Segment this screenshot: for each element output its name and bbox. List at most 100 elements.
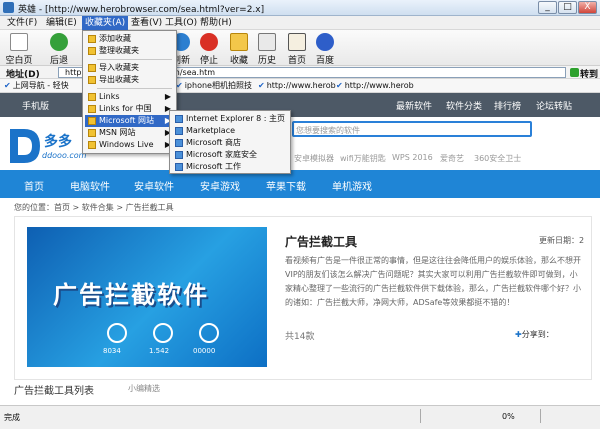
favorite-link[interactable]: ✔ iphone相机拍照技 xyxy=(176,80,252,92)
microsoft-work-item[interactable]: Microsoft 工作 xyxy=(172,161,289,173)
article-panel: 广告拦截软件 8034 1.542 00000 广告拦截工具 更新日期：2 看视… xyxy=(14,216,592,380)
go-arrow-icon[interactable] xyxy=(570,68,579,77)
blank-page-button[interactable]: 空白页 xyxy=(4,32,34,66)
article-count: 共14款 xyxy=(285,332,315,342)
favorites-button[interactable]: 收藏 xyxy=(224,32,254,66)
menu-bar: 文件(F) 编辑(E) 收藏夹(A) 查看(V) 工具(O) 帮助(H) xyxy=(0,16,600,30)
share-label[interactable]: ✚分享到： xyxy=(515,329,554,340)
back-button[interactable]: 后退 xyxy=(44,32,74,66)
article-description: 家精心整理了一些流行的广告拦截软件供下载体验，那么，广告拦截软件哪个好？小 xyxy=(285,284,581,293)
latest-software-link[interactable]: 最新软件 xyxy=(396,99,432,112)
nav-android-software[interactable]: 安卓软件 xyxy=(134,178,174,193)
ie-icon xyxy=(175,127,183,135)
history-button[interactable]: 历史 xyxy=(252,32,282,66)
folder-icon xyxy=(88,47,96,55)
stop-icon xyxy=(200,33,218,51)
site-logo[interactable]: 多多 ddooo.com xyxy=(6,127,86,167)
favorite-link[interactable]: ✔ 上网导航 - 轻快 xyxy=(4,80,69,92)
logo-domain: ddooo.com xyxy=(42,151,87,160)
hot-keyword[interactable]: 360安全卫士 xyxy=(474,153,521,164)
ranking-link[interactable]: 排行榜 xyxy=(494,99,521,112)
export-favorites-item[interactable]: 导出收藏夹 xyxy=(85,74,175,86)
microsoft-store-item[interactable]: Microsoft 商店 xyxy=(172,137,289,149)
hot-keyword[interactable]: WPS 2016 xyxy=(392,153,433,162)
organize-favorites-item[interactable]: 整理收藏夹 xyxy=(85,45,175,57)
minimize-button[interactable]: _ xyxy=(538,1,557,14)
banner-stat-value: 00000 xyxy=(193,347,216,355)
msn-sites-folder-item[interactable]: MSN 网站 ▶ xyxy=(85,127,175,139)
nav-pc-software[interactable]: 电脑软件 xyxy=(70,178,110,193)
banner-stat-value: 1.542 xyxy=(149,347,170,355)
article-banner-image: 广告拦截软件 8034 1.542 00000 xyxy=(27,227,267,367)
menu-edit[interactable]: 编辑(E) xyxy=(43,16,80,30)
ie-icon xyxy=(175,115,183,123)
breadcrumb: 您的位置：首页 > 软件合集 > 广告拦截工具 xyxy=(14,203,174,212)
menu-separator xyxy=(97,59,172,60)
status-divider xyxy=(540,409,541,423)
folder-icon xyxy=(88,117,96,125)
article-description: 的诸如：广告拦截大师，净网大师，ADSafe等效果都挺不错的！ xyxy=(285,298,515,307)
menu-file[interactable]: 文件(F) xyxy=(4,16,40,30)
title-bar: 英雄 - [http://www.herobrowser.com/sea.htm… xyxy=(0,0,600,16)
menu-view[interactable]: 查看(V) xyxy=(128,16,165,30)
windows-live-folder-item[interactable]: Windows Live ▶ xyxy=(85,139,175,151)
hot-keyword[interactable]: 爱奇艺 xyxy=(440,153,464,164)
mobile-version-link[interactable]: 手机版 xyxy=(22,99,49,112)
banner-stat-value: 8034 xyxy=(103,347,121,355)
import-favorites-item[interactable]: 导入收藏夹 xyxy=(85,62,175,74)
links-folder-item[interactable]: Links ▶ xyxy=(85,91,175,103)
baidu-paw-icon xyxy=(316,33,334,51)
check-icon: ✔ xyxy=(336,81,343,90)
stop-button[interactable]: 停止 xyxy=(194,32,224,66)
check-icon: ✔ xyxy=(258,81,265,90)
share-plus-icon: ✚ xyxy=(515,330,522,339)
links-china-folder-item[interactable]: Links for 中国 ▶ xyxy=(85,103,175,115)
home-button[interactable]: 首页 xyxy=(282,32,312,66)
close-button[interactable]: X xyxy=(578,1,597,14)
favorite-link[interactable]: ✔ http://www.herob xyxy=(258,80,336,92)
menu-help[interactable]: 帮助(H) xyxy=(197,16,235,30)
nav-pc-games[interactable]: 单机游戏 xyxy=(332,178,372,193)
menu-tools[interactable]: 工具(O) xyxy=(162,16,200,30)
app-icon xyxy=(3,2,14,13)
menu-favorites[interactable]: 收藏夹(A) xyxy=(82,16,129,30)
banner-stat xyxy=(153,323,173,343)
article-description: 看视频有广告是一件很正常的事情，但是这往往会降低用户的娱乐体验，那么不想开 xyxy=(285,256,581,265)
nav-apple-download[interactable]: 苹果下载 xyxy=(266,178,306,193)
folder-icon xyxy=(88,105,96,113)
baidu-button[interactable]: 百度 xyxy=(310,32,340,66)
export-icon xyxy=(88,76,96,84)
article-title: 广告拦截工具 xyxy=(285,235,358,249)
favorites-menu: 添加收藏 整理收藏夹 导入收藏夹 导出收藏夹 Links ▶ Links for … xyxy=(82,30,177,154)
check-icon: ✔ xyxy=(4,81,11,90)
forum-link[interactable]: 论坛转贴 xyxy=(536,99,572,112)
import-icon xyxy=(88,64,96,72)
ie-icon xyxy=(175,151,183,159)
software-category-link[interactable]: 软件分类 xyxy=(446,99,482,112)
star-icon xyxy=(88,35,96,43)
check-icon: ✔ xyxy=(176,81,183,90)
page-icon xyxy=(10,33,28,51)
family-safety-item[interactable]: Microsoft 家庭安全 xyxy=(172,149,289,161)
status-divider xyxy=(420,409,421,423)
status-bar: 完成 0% xyxy=(0,405,600,429)
hot-keyword[interactable]: 安卓模拟器 xyxy=(294,153,334,164)
nav-android-games[interactable]: 安卓游戏 xyxy=(200,178,240,193)
favorite-link[interactable]: ✔ http://www.herob xyxy=(336,80,414,92)
folder-icon xyxy=(88,129,96,137)
site-nav: 首页 电脑软件 安卓软件 安卓游戏 苹果下载 单机游戏 xyxy=(0,170,600,198)
ie-icon xyxy=(175,139,183,147)
nav-home[interactable]: 首页 xyxy=(24,178,44,193)
status-text: 完成 xyxy=(4,413,20,422)
hot-keyword[interactable]: wifi万能钥匙 xyxy=(340,153,386,164)
window-title: 英雄 - [http://www.herobrowser.com/sea.htm… xyxy=(18,5,265,15)
microsoft-sites-submenu: Internet Explorer 8 : 主页 Marketplace Mic… xyxy=(169,110,291,174)
add-favorite-item[interactable]: 添加收藏 xyxy=(85,33,175,45)
home-icon xyxy=(288,33,306,51)
ie-icon xyxy=(175,163,183,171)
history-icon xyxy=(258,33,276,51)
microsoft-sites-folder-item[interactable]: Microsoft 网站 ▶ xyxy=(85,115,175,127)
ie8-home-item[interactable]: Internet Explorer 8 : 主页 xyxy=(172,113,289,125)
marketplace-item[interactable]: Marketplace xyxy=(172,125,289,137)
maximize-button[interactable]: □ xyxy=(558,1,577,14)
